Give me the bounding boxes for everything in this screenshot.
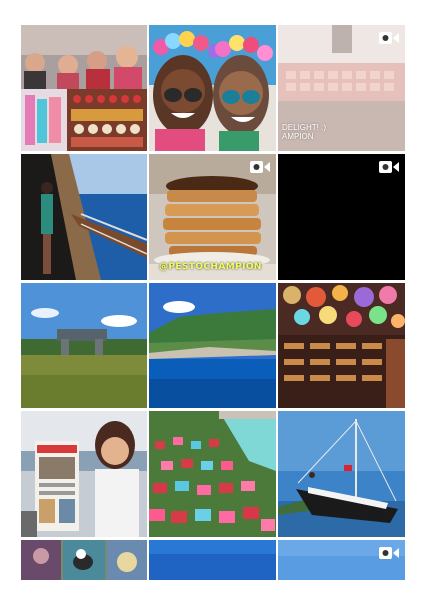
photo-tile-sky-video[interactable] (278, 540, 405, 580)
photo-tile-boat-deck-woman[interactable] (21, 154, 147, 280)
video-camera-icon (379, 161, 399, 173)
photo-tile-pool-beanbags[interactable] (149, 411, 276, 537)
delight-caption-line2: AMPION (282, 132, 314, 141)
field-ruins-image (21, 283, 147, 408)
flower-crown-selfie-image (149, 25, 276, 151)
friends-collage-image (21, 25, 147, 151)
photo-tile-flower-crown-selfie[interactable] (149, 25, 276, 151)
pool-beanbags-image (149, 411, 276, 537)
photo-tile-field-ruins[interactable] (21, 283, 147, 408)
photo-tile-dogs-collage[interactable] (21, 540, 147, 580)
boat-deck-woman-image (21, 154, 147, 280)
video-camera-icon (250, 161, 270, 173)
photo-tile-delight-dessert[interactable]: DELIGHT! :) AMPION (278, 25, 405, 151)
photo-tile-lantern-bazaar[interactable] (278, 283, 405, 408)
video-camera-icon (379, 547, 399, 559)
photo-tile-friends-collage[interactable] (21, 25, 147, 151)
delight-caption-line1: DELIGHT! :) (282, 123, 327, 132)
woman-with-newspaper-image (21, 411, 147, 537)
photo-tile-woman-with-newspaper[interactable] (21, 411, 147, 537)
sailboat-flag-image (278, 411, 405, 537)
photo-tile-bay-coastline[interactable] (149, 283, 276, 408)
blue-sea-image (149, 540, 276, 580)
photo-tile-sailboat-flag[interactable] (278, 411, 405, 537)
photo-tile-pancake-stack[interactable]: @PESTOCHAMPION (149, 154, 276, 280)
bay-coastline-image (149, 283, 276, 408)
video-camera-icon (379, 32, 399, 44)
pancake-caption: @PESTOCHAMPION (159, 262, 262, 272)
photo-tile-blue-sea[interactable] (149, 540, 276, 580)
dogs-collage-image (21, 540, 147, 580)
delight-caption: DELIGHT! :) AMPION (282, 123, 326, 141)
photo-grid: DELIGHT! :) AMPION @PESTOCHAMPION (21, 25, 405, 580)
photo-tile-black-video[interactable] (278, 154, 405, 280)
lantern-bazaar-image (278, 283, 405, 408)
